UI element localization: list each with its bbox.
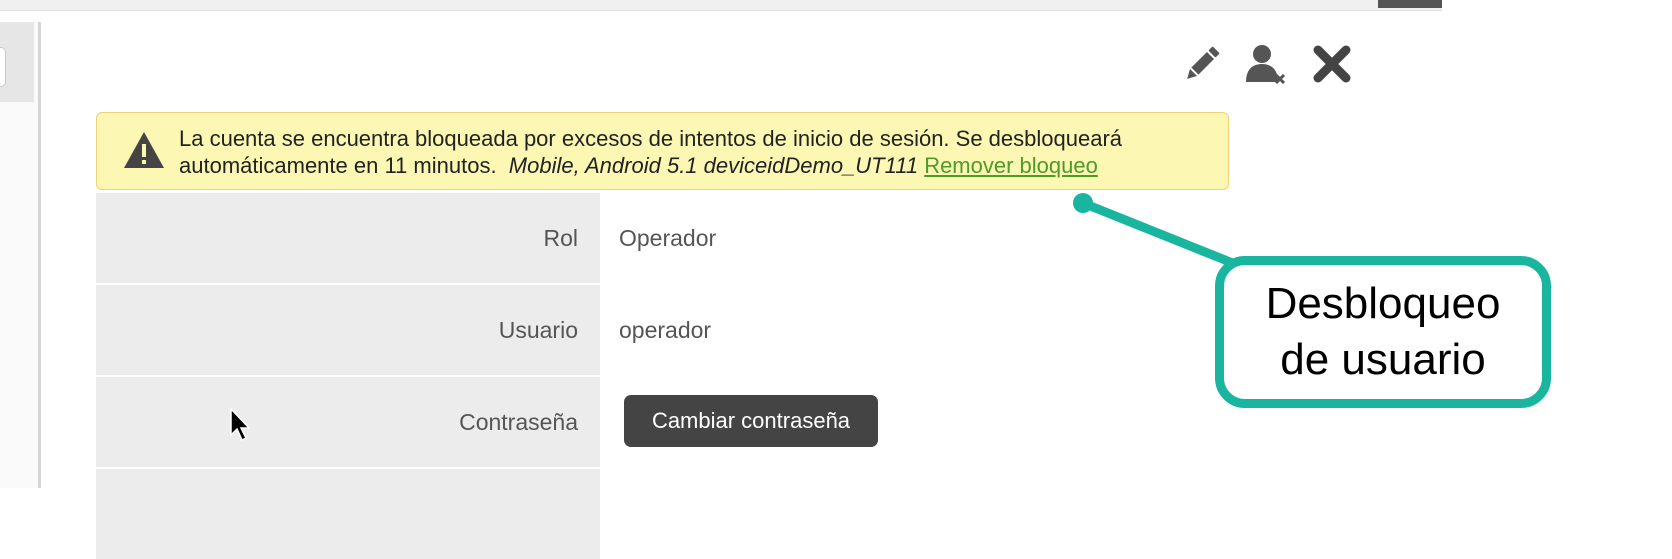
- callout-text: Desbloqueo de usuario: [1265, 279, 1501, 384]
- callout-pointer-dot: [1073, 193, 1093, 213]
- callout-box: Desbloqueo de usuario: [1215, 256, 1551, 408]
- mouse-cursor-icon: [230, 408, 251, 442]
- callout-pointer-line: [1078, 198, 1245, 271]
